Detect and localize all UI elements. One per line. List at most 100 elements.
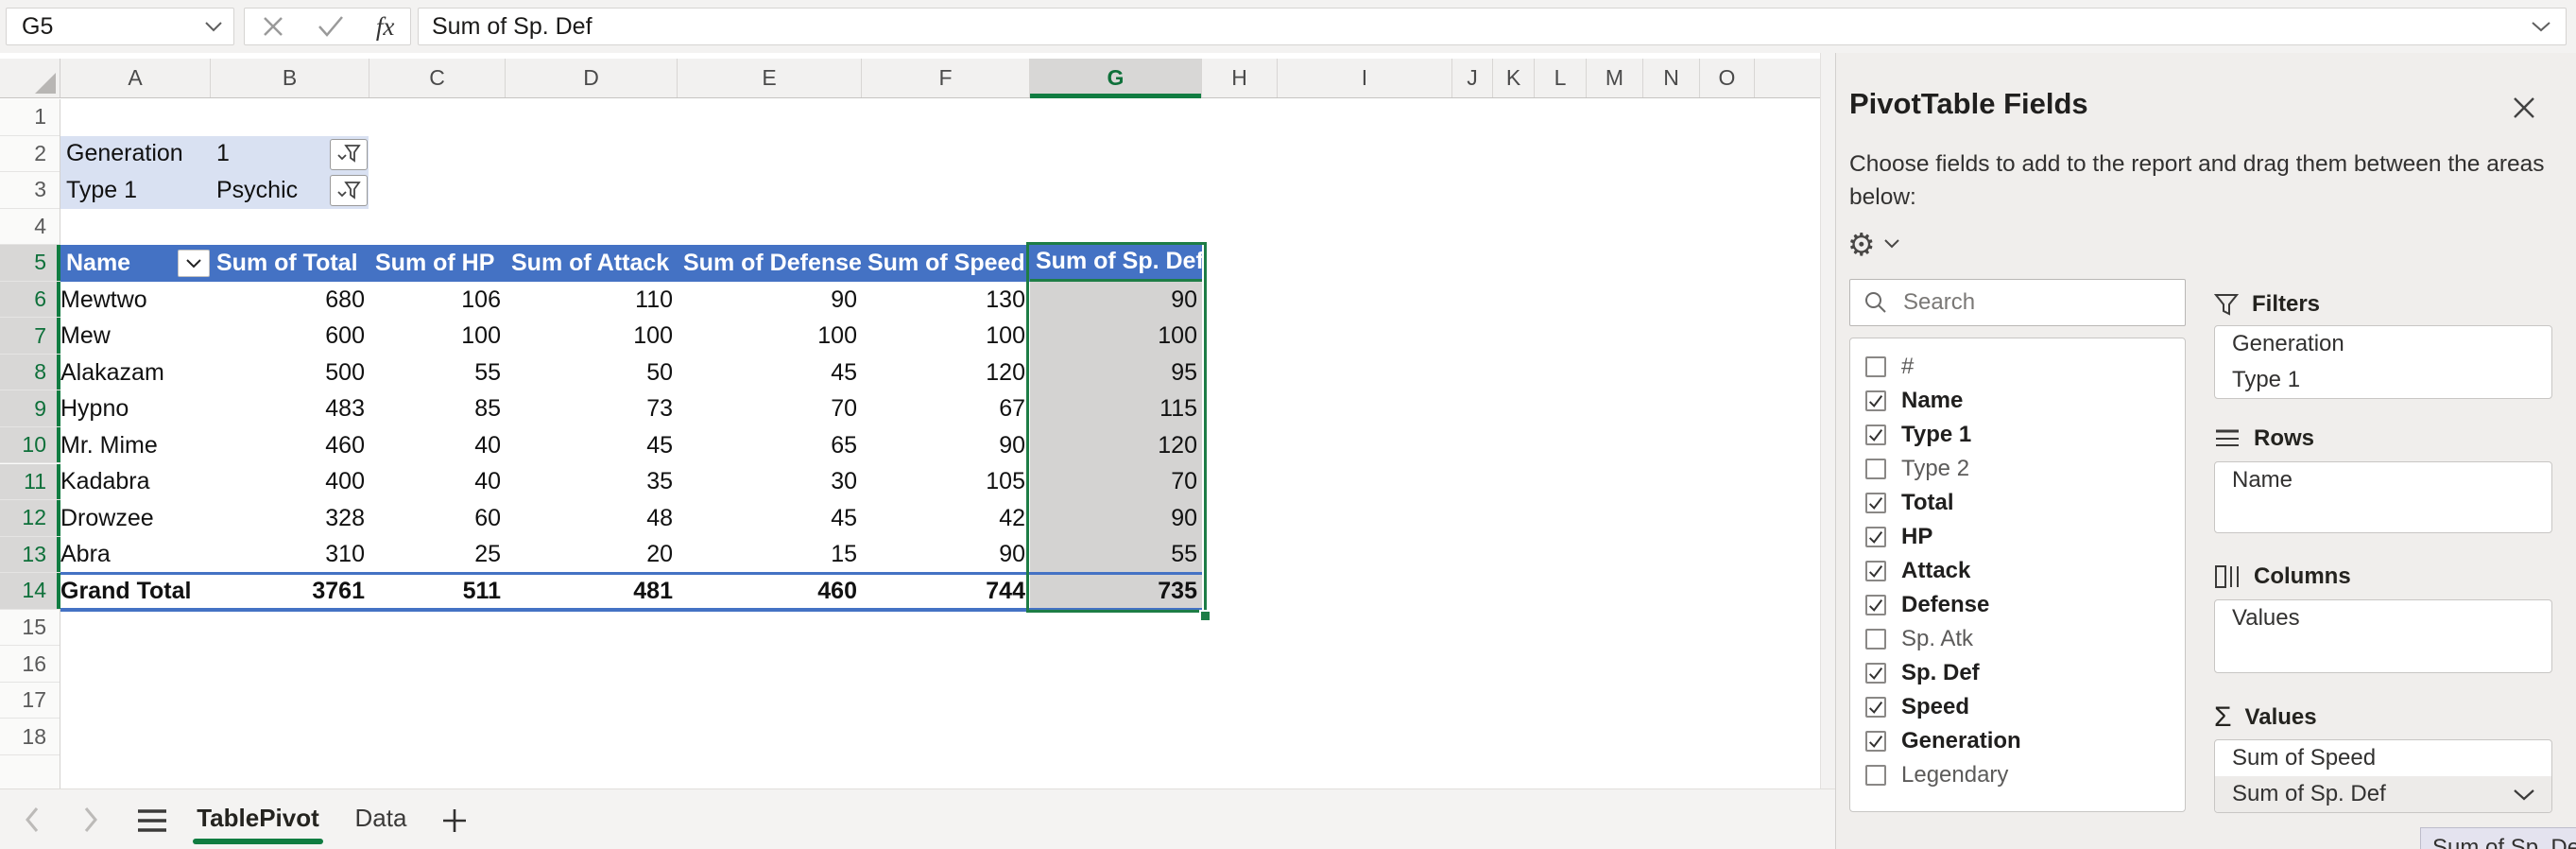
field-item-hp[interactable]: HP [1850,520,2185,554]
pivot-cell[interactable]: Alakazam [60,355,211,391]
pivot-cell[interactable]: 100 [678,318,862,355]
sheet-nav-right-icon[interactable] [79,805,102,835]
column-header-K[interactable]: K [1493,59,1535,97]
column-header-C[interactable]: C [369,59,506,97]
pivot-cell[interactable]: 35 [506,464,678,501]
row-header-5[interactable]: 5 [0,245,60,282]
pivot-cell[interactable]: 67 [862,390,1030,427]
select-all-corner[interactable] [0,59,60,97]
pivot-cell[interactable]: 483 [211,390,369,427]
column-header-M[interactable]: M [1587,59,1643,97]
tab-tablepivot[interactable]: TablePivot [195,795,321,840]
pivot-cell[interactable]: Mew [60,318,211,355]
pivot-cell[interactable]: 100 [369,318,506,355]
field-item-type-1[interactable]: Type 1 [1850,418,2185,452]
row-header-12[interactable]: 12 [0,500,60,537]
column-header-B[interactable]: B [211,59,369,97]
sheet-nav-left-icon[interactable] [21,805,43,835]
pivot-cell[interactable]: 105 [862,464,1030,501]
column-header-E[interactable]: E [678,59,862,97]
area-field-values[interactable]: Values [2215,600,2551,636]
checkbox-checked[interactable] [1865,390,1886,411]
field-item-name[interactable]: Name [1850,384,2185,418]
column-header-F[interactable]: F [862,59,1030,97]
row-header-9[interactable]: 9 [0,390,60,427]
pivot-cell[interactable]: 65 [678,427,862,464]
area-field-name[interactable]: Name [2215,462,2551,498]
pivot-cell[interactable]: 40 [369,427,506,464]
pivot-cell[interactable]: 45 [678,500,862,537]
pivot-header-cell[interactable]: Sum of Attack [506,245,678,282]
pivot-cell[interactable]: 50 [506,355,678,391]
pivot-cell[interactable]: 15 [678,537,862,574]
grand-total-cell[interactable]: 511 [369,573,506,610]
checkbox-checked[interactable] [1865,424,1886,445]
grand-total-cell[interactable]: 460 [678,573,862,610]
formula-input[interactable]: Sum of Sp. Def [418,8,2567,45]
insert-function-icon[interactable]: fx [376,12,395,42]
checkbox-unchecked[interactable] [1865,765,1886,786]
column-header-N[interactable]: N [1643,59,1700,97]
pivot-cell[interactable]: Mewtwo [60,282,211,319]
pivot-cell[interactable]: 45 [678,355,862,391]
pivot-cell[interactable]: 42 [862,500,1030,537]
row-header-15[interactable]: 15 [0,610,60,647]
grand-total-cell[interactable]: 3761 [211,573,369,610]
row-header-17[interactable]: 17 [0,683,60,719]
search-input[interactable]: Search [1849,279,2186,326]
sheet-grid[interactable]: Generation1Type 1PsychicNameSum of Total… [60,99,1820,788]
pivot-cell[interactable]: 500 [211,355,369,391]
name-box-chevron-icon[interactable] [203,20,224,33]
pivot-header-cell[interactable]: Sum of Defense [678,245,862,282]
name-box[interactable]: G5 [6,8,234,45]
pivot-cell[interactable]: 680 [211,282,369,319]
checkbox-checked[interactable] [1865,663,1886,684]
row-header-6[interactable]: 6 [0,282,60,319]
pivot-cell[interactable]: 60 [369,500,506,537]
name-header-dropdown-button[interactable] [178,250,210,277]
pivot-cell[interactable]: 40 [369,464,506,501]
row-header-4[interactable]: 4 [0,209,60,246]
field-item-type-2[interactable]: Type 2 [1850,452,2185,486]
row-header-1[interactable]: 1 [0,99,60,136]
checkbox-unchecked[interactable] [1865,459,1886,479]
pivot-cell[interactable]: Mr. Mime [60,427,211,464]
column-header-H[interactable]: H [1202,59,1278,97]
row-header-11[interactable]: 11 [0,464,60,501]
pivot-cell[interactable]: 20 [506,537,678,574]
column-header-O[interactable]: O [1700,59,1755,97]
checkbox-checked[interactable] [1865,731,1886,752]
checkbox-checked[interactable] [1865,561,1886,581]
column-header-L[interactable]: L [1535,59,1587,97]
cancel-icon[interactable] [261,14,285,39]
pivot-cell[interactable]: 48 [506,500,678,537]
field-item-legendary[interactable]: Legendary [1850,758,2185,792]
pivot-cell[interactable]: 90 [862,427,1030,464]
field-item-defense[interactable]: Defense [1850,588,2185,622]
pivot-cell[interactable]: 328 [211,500,369,537]
grand-total-cell[interactable]: 481 [506,573,678,610]
pivot-header-cell[interactable]: Sum of Speed [862,245,1030,282]
row-header-3[interactable]: 3 [0,172,60,209]
row-header-13[interactable]: 13 [0,537,60,574]
checkbox-checked[interactable] [1865,697,1886,718]
chevron-down-icon[interactable] [2512,788,2536,802]
area-field-generation[interactable]: Generation [2215,326,2551,362]
pivot-cell[interactable]: 55 [369,355,506,391]
column-header-D[interactable]: D [506,59,678,97]
row-header-10[interactable]: 10 [0,427,60,464]
pivot-cell[interactable]: Abra [60,537,211,574]
enter-check-icon[interactable] [317,14,345,39]
pivot-cell[interactable]: 100 [506,318,678,355]
pivot-cell[interactable]: 600 [211,318,369,355]
pivot-cell[interactable]: 30 [678,464,862,501]
field-item-sp-def[interactable]: Sp. Def [1850,656,2185,690]
pivot-cell[interactable]: Hypno [60,390,211,427]
pivot-cell[interactable]: Kadabra [60,464,211,501]
pivot-header-cell[interactable]: Sum of Total [211,245,369,282]
pivot-cell[interactable]: Drowzee [60,500,211,537]
checkbox-unchecked[interactable] [1865,629,1886,650]
field-item-sp-atk[interactable]: Sp. Atk [1850,622,2185,656]
pivot-cell[interactable]: 400 [211,464,369,501]
formula-bar-expand-icon[interactable] [2530,20,2552,33]
